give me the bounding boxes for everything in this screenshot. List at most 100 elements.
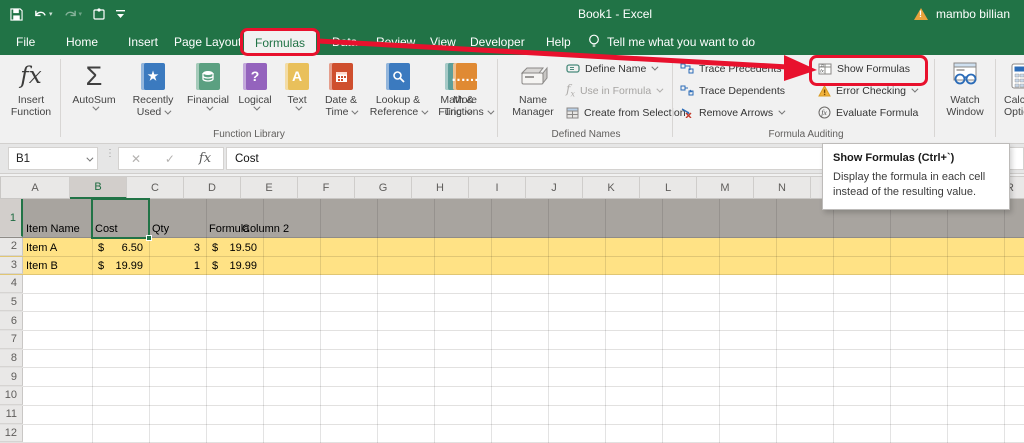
lookup-reference-button[interactable]: Lookup & Reference [366, 58, 430, 118]
name-box[interactable]: B1 [8, 147, 98, 170]
column-header-f[interactable]: F [298, 177, 355, 199]
row-header-3[interactable]: 3 [0, 256, 23, 274]
column-header-b[interactable]: B [70, 177, 127, 199]
cancel-x-icon[interactable]: ✕ [131, 152, 141, 166]
error-checking-button[interactable]: Error Checking [818, 82, 919, 99]
cell-a1[interactable]: Item Name [26, 223, 80, 235]
column-header-c[interactable]: C [127, 177, 184, 199]
name-box-dropdown-icon[interactable] [86, 153, 94, 165]
row-header-8[interactable]: 8 [0, 349, 23, 368]
tab-view[interactable]: View [420, 28, 466, 55]
tab-data[interactable]: Data [322, 28, 367, 55]
redo-icon[interactable]: ▾ [63, 8, 82, 21]
column-header-l[interactable]: L [640, 177, 697, 199]
sheet-row-3[interactable]: 3 Item B $19.99 1 $19.99 [0, 256, 1024, 275]
column-header-g[interactable]: G [355, 177, 412, 199]
sheet-row-2[interactable]: 2 Item A $6.50 3 $19.50 [0, 238, 1024, 257]
sheet-row-5[interactable]: 5 [0, 293, 1024, 313]
tab-file[interactable]: File [6, 28, 45, 55]
sheet-row-4[interactable]: 4 [0, 275, 1024, 294]
column-header-a[interactable]: A [1, 177, 70, 199]
tab-home[interactable]: Home [56, 28, 108, 55]
cell-b2[interactable]: $6.50 [92, 242, 149, 254]
undo-icon[interactable]: ▾ [33, 8, 53, 21]
column-header-i[interactable]: I [469, 177, 526, 199]
tab-review[interactable]: Review [366, 28, 425, 55]
cell-d2[interactable]: $19.50 [206, 242, 263, 254]
sheet-row-6[interactable]: 6 [0, 312, 1024, 332]
row-header-10[interactable]: 10 [0, 387, 23, 405]
cell-c1[interactable]: Qty [152, 223, 169, 235]
customize-quick-access-icon[interactable] [116, 9, 126, 19]
title-bar: ▾ ▾ Book1 - Excel mambo billian [0, 0, 1024, 28]
tab-help[interactable]: Help [536, 28, 581, 55]
cell-a3[interactable]: Item B [26, 260, 58, 272]
sheet-row-8[interactable]: 8 [0, 349, 1024, 369]
more-functions-button[interactable]: …… More Functions [436, 58, 495, 118]
select-all-corner[interactable] [0, 177, 1, 199]
tab-developer[interactable]: Developer [460, 28, 535, 55]
financial-button[interactable]: Financial [184, 58, 232, 111]
save-icon[interactable] [10, 7, 23, 21]
row-header-4[interactable]: 4 [0, 275, 23, 293]
insert-function-button[interactable]: fx Insert Function [6, 58, 56, 118]
tell-me-box[interactable]: Tell me what you want to do [588, 28, 755, 55]
tooltip-title: Show Formulas (Ctrl+`) [833, 152, 955, 164]
formula-bar-grip[interactable]: ⋮ [105, 149, 115, 159]
row-header-1[interactable]: 1 [0, 199, 23, 237]
sheet-row-9[interactable]: 9 [0, 368, 1024, 388]
sheet-row-10[interactable]: 10 [0, 387, 1024, 406]
calculation-options-button[interactable]: Calculation Options [1000, 58, 1024, 118]
date-time-button[interactable]: Date & Time [318, 58, 364, 118]
column-header-m[interactable]: M [697, 177, 754, 199]
create-from-selection-button[interactable]: Create from Selection [566, 104, 686, 121]
text-book-icon: A [285, 62, 309, 90]
column-header-k[interactable]: K [583, 177, 640, 199]
cell-c2[interactable]: 3 [149, 242, 200, 254]
row-header-6[interactable]: 6 [0, 312, 23, 331]
cell-d3[interactable]: $19.99 [206, 260, 263, 272]
watch-window-button[interactable]: Watch Window [938, 58, 992, 118]
column-header-n[interactable]: N [754, 177, 811, 199]
column-header-e[interactable]: E [241, 177, 298, 199]
row-header-7[interactable]: 7 [0, 331, 23, 349]
cell-b3[interactable]: $19.99 [92, 260, 149, 272]
trace-precedents-button[interactable]: Trace Precedents [680, 60, 785, 77]
cell-c3[interactable]: 1 [149, 260, 200, 272]
tab-formulas[interactable]: Formulas [244, 30, 316, 55]
account-area[interactable]: mambo billian [913, 0, 1010, 28]
evaluate-formula-button[interactable]: fx Evaluate Formula [818, 104, 918, 121]
column-header-j[interactable]: J [526, 177, 583, 199]
fill-handle[interactable] [146, 235, 152, 241]
sheet-row-11[interactable]: 11 [0, 405, 1024, 425]
autosum-button[interactable]: Σ AutoSum [64, 58, 124, 111]
cell-e1[interactable]: Column 2 [242, 223, 289, 235]
selected-cell-b1-outline [91, 198, 152, 241]
text-button[interactable]: A Text [280, 58, 314, 111]
show-formulas-button[interactable]: 15 fx Show Formulas [818, 60, 918, 77]
trace-dependents-button[interactable]: Trace Dependents [680, 82, 785, 99]
column-header-h[interactable]: H [412, 177, 469, 199]
tab-page-layout[interactable]: Page Layout [164, 28, 251, 55]
group-label-formula-auditing: Formula Auditing [768, 129, 844, 140]
column-header-d[interactable]: D [184, 177, 241, 199]
touch-mode-icon[interactable] [92, 7, 106, 21]
row-header-9[interactable]: 9 [0, 368, 23, 387]
remove-arrows-button[interactable]: Remove Arrows [680, 104, 786, 121]
row-header-12[interactable]: 12 [0, 424, 23, 443]
use-in-formula-button[interactable]: fx Use in Formula [566, 82, 686, 99]
sheet-row-12[interactable]: 12 [0, 424, 1024, 443]
enter-check-icon[interactable]: ✓ [165, 152, 175, 166]
define-name-button[interactable]: Define Name [566, 60, 686, 77]
insert-function-fx-icon[interactable]: fx [199, 151, 211, 166]
cell-a2[interactable]: Item A [26, 242, 57, 254]
row-header-11[interactable]: 11 [0, 405, 23, 424]
name-manager-button[interactable]: Name Manager [504, 58, 562, 118]
recently-used-button[interactable]: ★ Recently Used [126, 58, 180, 118]
sheet-row-7[interactable]: 7 [0, 331, 1024, 350]
logical-button[interactable]: ? Logical [234, 58, 276, 111]
group-label-defined-names: Defined Names [551, 129, 621, 140]
row-header-2[interactable]: 2 [0, 238, 23, 256]
row-header-5[interactable]: 5 [0, 293, 23, 312]
tab-insert[interactable]: Insert [118, 28, 168, 55]
